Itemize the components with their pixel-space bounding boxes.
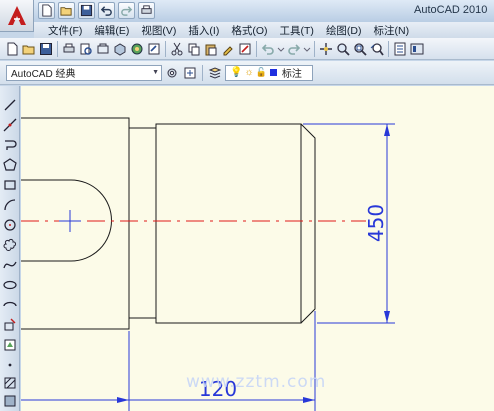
construction-line-icon[interactable] bbox=[3, 118, 17, 132]
plot-icon[interactable] bbox=[61, 41, 77, 57]
save-icon[interactable] bbox=[38, 41, 54, 57]
workspace-dropdown[interactable]: AutoCAD 经典 ▼ bbox=[6, 64, 162, 81]
workspace-layer-toolbar: AutoCAD 经典 ▼ 💡 ☼ 🔓 标注 bbox=[0, 61, 494, 85]
menu-view[interactable]: 视图(V) bbox=[135, 23, 182, 38]
spline-icon[interactable] bbox=[3, 258, 17, 272]
menu-edit[interactable]: 编辑(E) bbox=[88, 23, 135, 38]
plot-icon[interactable] bbox=[138, 2, 155, 19]
line-icon[interactable] bbox=[3, 98, 17, 112]
redo-icon[interactable] bbox=[118, 2, 135, 19]
properties-icon[interactable] bbox=[146, 41, 162, 57]
copy-icon[interactable] bbox=[186, 41, 202, 57]
zoom-previous-icon[interactable] bbox=[369, 41, 385, 57]
menu-insert[interactable]: 插入(I) bbox=[182, 23, 225, 38]
polyline-icon[interactable] bbox=[3, 138, 17, 152]
drawing-svg: 450 120 bbox=[21, 117, 395, 411]
save-icon[interactable] bbox=[78, 2, 95, 19]
paste-icon[interactable] bbox=[203, 41, 219, 57]
ellipse-icon[interactable] bbox=[3, 278, 17, 292]
window-title: AutoCAD 2010 bbox=[414, 4, 488, 16]
lock-icon: 🔓 bbox=[255, 67, 267, 77]
toolbar-separator bbox=[314, 40, 315, 57]
workspace-toggle-icon[interactable] bbox=[182, 65, 198, 81]
open-icon[interactable] bbox=[58, 2, 75, 19]
menu-dimension[interactable]: 标注(N) bbox=[368, 23, 416, 38]
application-menu-button[interactable] bbox=[0, 0, 34, 32]
quick-access-toolbar bbox=[38, 2, 155, 19]
menu-bar: 文件(F) 编辑(E) 视图(V) 插入(I) 格式(O) 工具(T) 绘图(D… bbox=[34, 22, 494, 38]
autocad-logo-icon bbox=[7, 5, 26, 25]
autocad-window: AutoCAD 2010 文件(F) 编辑(E) 视图(V) 插入(I) 格式(… bbox=[0, 0, 494, 411]
dim450-arrow-top bbox=[384, 124, 390, 136]
match-properties-icon[interactable] bbox=[220, 41, 236, 57]
watermark-text: www.zztm.com bbox=[186, 372, 327, 392]
layer-dropdown[interactable]: 💡 ☼ 🔓 标注 bbox=[225, 64, 313, 81]
title-bar: AutoCAD 2010 bbox=[0, 0, 494, 22]
drawing-area[interactable]: 450 120 bbox=[21, 86, 494, 411]
dim-vertical-label: 450 bbox=[364, 204, 388, 242]
dim120-arrow-left bbox=[117, 397, 129, 403]
cut-icon[interactable] bbox=[169, 41, 185, 57]
standard-toolbar bbox=[0, 38, 494, 60]
layer-manager-icon[interactable] bbox=[207, 65, 223, 81]
left-body-outline bbox=[21, 117, 130, 330]
layer-name: 标注 bbox=[281, 69, 302, 80]
plot-preview-icon[interactable] bbox=[78, 41, 94, 57]
pan-icon[interactable] bbox=[318, 41, 334, 57]
new-icon[interactable] bbox=[38, 2, 55, 19]
polygon-icon[interactable] bbox=[3, 158, 17, 172]
workspace-settings-icon[interactable] bbox=[164, 65, 180, 81]
insert-block-icon[interactable] bbox=[3, 318, 17, 332]
zoom-realtime-icon[interactable] bbox=[335, 41, 351, 57]
ellipse-arc-icon[interactable] bbox=[3, 298, 17, 312]
redo-dropdown-icon[interactable] bbox=[303, 41, 311, 57]
design-center-palette-icon[interactable] bbox=[409, 41, 425, 57]
undo-icon[interactable] bbox=[98, 2, 115, 19]
dim120-arrow-right bbox=[303, 397, 315, 403]
hatch-icon[interactable] bbox=[3, 376, 17, 390]
make-block-icon[interactable] bbox=[3, 338, 17, 352]
arc-icon[interactable] bbox=[3, 198, 17, 212]
circle-icon[interactable] bbox=[3, 218, 17, 232]
layer-color-swatch bbox=[269, 69, 277, 76]
menu-draw[interactable]: 绘图(D) bbox=[320, 23, 368, 38]
toolbar-separator bbox=[202, 64, 203, 81]
open-icon[interactable] bbox=[21, 41, 37, 57]
menu-format[interactable]: 格式(O) bbox=[225, 23, 273, 38]
undo-icon[interactable] bbox=[260, 41, 276, 57]
zoom-window-icon[interactable] bbox=[352, 41, 368, 57]
undo-dropdown-icon[interactable] bbox=[277, 41, 285, 57]
block-editor-icon[interactable] bbox=[237, 41, 253, 57]
draw-toolbar bbox=[0, 86, 20, 411]
3d-print-icon[interactable] bbox=[112, 41, 128, 57]
chamfer-end bbox=[300, 123, 316, 324]
chevron-down-icon: ▼ bbox=[152, 68, 159, 76]
dim450-arrow-bottom bbox=[384, 311, 390, 323]
revision-cloud-icon[interactable] bbox=[3, 238, 17, 252]
menu-tools[interactable]: 工具(T) bbox=[274, 23, 320, 38]
sun-icon: ☼ bbox=[244, 67, 254, 78]
new-icon[interactable] bbox=[4, 41, 20, 57]
redo-icon[interactable] bbox=[286, 41, 302, 57]
publish-icon[interactable] bbox=[95, 41, 111, 57]
toolbar-separator bbox=[165, 40, 166, 57]
gradient-icon[interactable] bbox=[3, 394, 17, 408]
main-cylinder bbox=[155, 123, 302, 324]
point-icon[interactable] bbox=[3, 358, 17, 372]
design-center-icon[interactable] bbox=[129, 41, 145, 57]
workspace-value: AutoCAD 经典 bbox=[11, 69, 76, 80]
toolbar-separator bbox=[256, 40, 257, 57]
bulb-icon: 💡 bbox=[230, 67, 243, 78]
toolbar-separator bbox=[388, 40, 389, 57]
menu-file[interactable]: 文件(F) bbox=[42, 23, 88, 38]
step-neck bbox=[128, 127, 157, 319]
toolbar-separator bbox=[57, 40, 58, 57]
rectangle-icon[interactable] bbox=[3, 178, 17, 192]
properties-palette-icon[interactable] bbox=[392, 41, 408, 57]
